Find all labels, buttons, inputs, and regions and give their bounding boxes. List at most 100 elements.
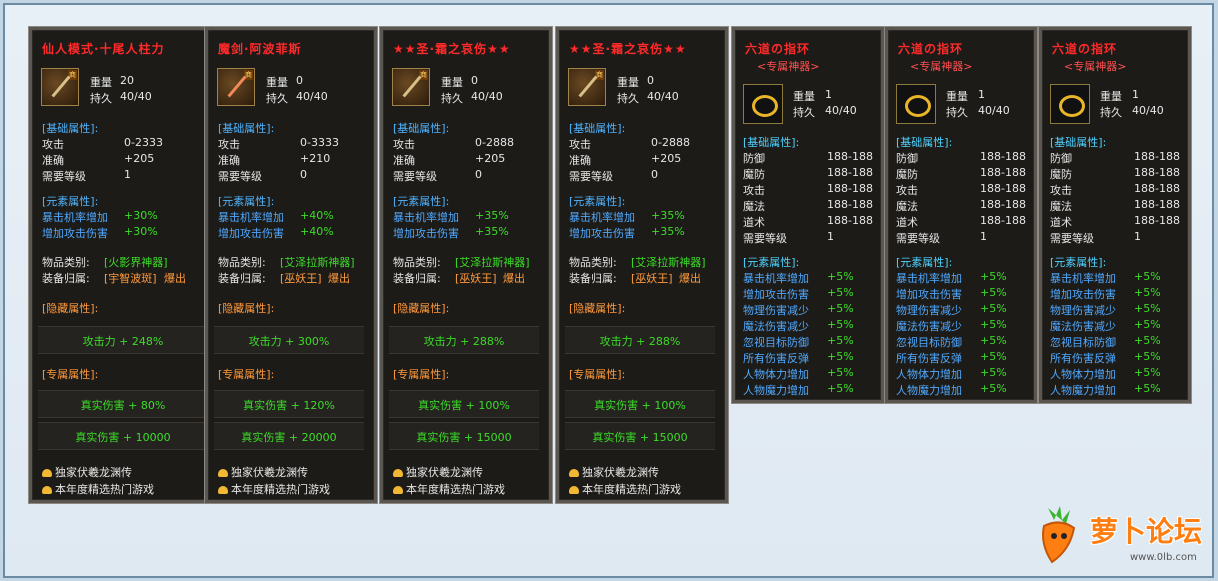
attr-label: 魔防 — [743, 168, 765, 181]
attr-value: +40% — [300, 209, 334, 222]
exclusive-attr-header: [专属属性]: — [393, 368, 450, 381]
attr-value: +5% — [827, 270, 854, 283]
gem-icon — [42, 486, 52, 494]
base-attr-header: [基础属性]: — [1050, 136, 1107, 149]
attr-label: 增加攻击伤害 — [896, 288, 962, 301]
gem-icon — [218, 469, 228, 477]
attr-label: 魔法伤害减少 — [743, 320, 809, 333]
weight-value: 0 — [471, 74, 478, 87]
item-card-weapon-1: 仙人模式·十尾人柱力 商 重量 20 持久 40/40 [基础属性]: 攻击 0… — [29, 27, 221, 503]
sword-icon: 商 — [217, 68, 255, 106]
attr-value: +5% — [827, 286, 854, 299]
category-value: [艾泽拉斯神器] — [631, 256, 706, 269]
attr-value: +5% — [980, 366, 1007, 379]
sword-icon: 商 — [41, 68, 79, 106]
exclusive-attr-value: 真实伤害 + 100% — [418, 399, 510, 412]
attr-label: 魔法伤害减少 — [1050, 320, 1116, 333]
attr-label: 防御 — [1050, 152, 1072, 165]
attr-value: 1 — [1134, 230, 1141, 243]
attr-label: 人物体力增加 — [1050, 368, 1116, 381]
attr-value: +5% — [827, 302, 854, 315]
attr-value: +5% — [827, 382, 854, 395]
attr-value: 188-188 — [1134, 214, 1180, 227]
attr-value: +205 — [124, 152, 155, 165]
exclusive-attr-row: 真实伤害 + 10000 — [38, 422, 208, 450]
weight-label: 重量 — [946, 90, 968, 103]
attr-label: 道术 — [896, 216, 918, 229]
promo-text: 独家伏羲龙渊传 — [55, 466, 132, 479]
hidden-attr-value: 攻击力 + 288% — [599, 335, 681, 348]
attr-value: 188-188 — [980, 198, 1026, 211]
attr-label: 人物体力增加 — [743, 368, 809, 381]
attr-value: +5% — [980, 302, 1007, 315]
promo-line: 独家伏羲龙渊传 — [218, 464, 308, 480]
attr-label: 暴击机率增加 — [393, 211, 459, 224]
owner-value: [宇智波斑] — [104, 272, 157, 285]
weight-value: 1 — [825, 88, 832, 101]
attr-value: 1 — [124, 168, 131, 181]
attr-value: +30% — [124, 209, 158, 222]
base-attr-header: [基础属性]: — [218, 122, 275, 135]
promo-line: 本年度精选热门游戏 — [218, 481, 330, 497]
promo-text: 本年度精选热门游戏 — [406, 483, 505, 496]
attr-value: +210 — [300, 152, 331, 165]
weight-value: 0 — [296, 74, 303, 87]
owner-label: 装备归属: — [569, 272, 617, 285]
durability-value: 40/40 — [1132, 104, 1164, 117]
attr-label: 攻击 — [569, 138, 591, 151]
owner-suffix: 爆出 — [679, 272, 701, 285]
weight-label: 重量 — [90, 76, 112, 89]
hidden-attr-value: 攻击力 + 300% — [248, 335, 330, 348]
item-title: 六道の指环 — [1052, 42, 1118, 56]
durability-label: 持久 — [441, 92, 463, 105]
item-card-ring-3: 六道の指环 <专属神器> 重量 1 持久 40/40 [基础属性]: 防御 18… — [1039, 27, 1191, 403]
ring-icon — [743, 84, 783, 124]
promo-line: 本年度精选热门游戏 — [569, 481, 681, 497]
item-title: 六道の指环 — [745, 42, 811, 56]
gem-icon — [393, 486, 403, 494]
attr-label: 物理伤害减少 — [896, 304, 962, 317]
attr-value: 0-2888 — [651, 136, 690, 149]
item-card-weapon-3: ★★圣·霜之哀伤★★ 商 重量 0 持久 40/40 [基础属性]: 攻击 0-… — [380, 27, 552, 503]
attr-value: 0 — [300, 168, 307, 181]
logo-url: www.0lb.com — [1130, 552, 1197, 563]
owner-value: [巫妖王] — [280, 272, 322, 285]
attr-label: 增加攻击伤害 — [743, 288, 809, 301]
attr-label: 所有伤害反弹 — [896, 352, 962, 365]
attr-value: +5% — [1134, 366, 1161, 379]
exclusive-attr-row: 真实伤害 + 20000 — [214, 422, 364, 450]
weight-value: 20 — [120, 74, 134, 87]
hidden-attr-header: [隐藏属性]: — [569, 302, 626, 315]
promo-text: 本年度精选热门游戏 — [582, 483, 681, 496]
owner-value: [巫妖王] — [455, 272, 497, 285]
weight-label: 重量 — [441, 76, 463, 89]
item-card-ring-2: 六道の指环 <专属神器> 重量 1 持久 40/40 [基础属性]: 防御 18… — [885, 27, 1037, 403]
attr-value: 188-188 — [1134, 166, 1180, 179]
attr-value: +5% — [1134, 302, 1161, 315]
exclusive-attr-row: 真实伤害 + 100% — [389, 390, 539, 418]
owner-label: 装备归属: — [42, 272, 90, 285]
attr-label: 所有伤害反弹 — [743, 352, 809, 365]
hidden-attr-header: [隐藏属性]: — [218, 302, 275, 315]
promo-text: 独家伏羲龙渊传 — [582, 466, 659, 479]
category-value: [艾泽拉斯神器] — [455, 256, 530, 269]
exclusive-attr-row: 真实伤害 + 120% — [214, 390, 364, 418]
item-title: 六道の指环 — [898, 42, 964, 56]
attr-label: 攻击 — [1050, 184, 1072, 197]
attr-label: 需要等级 — [569, 170, 613, 183]
attr-label: 攻击 — [218, 138, 240, 151]
attr-label: 增加攻击伤害 — [218, 227, 284, 240]
gem-icon — [569, 486, 579, 494]
attr-value: +5% — [980, 334, 1007, 347]
weight-label: 重量 — [1100, 90, 1122, 103]
attr-value: 0-2888 — [475, 136, 514, 149]
item-subtitle: <专属神器> — [910, 60, 973, 73]
attr-value: +5% — [1134, 350, 1161, 363]
attr-label: 魔法 — [896, 200, 918, 213]
attr-label: 攻击 — [393, 138, 415, 151]
attr-value: +40% — [300, 225, 334, 238]
element-attr-header: [元素属性]: — [393, 195, 450, 208]
attr-label: 暴击机率增加 — [218, 211, 284, 224]
element-attr-header: [元素属性]: — [42, 195, 99, 208]
owner-label: 装备归属: — [393, 272, 441, 285]
